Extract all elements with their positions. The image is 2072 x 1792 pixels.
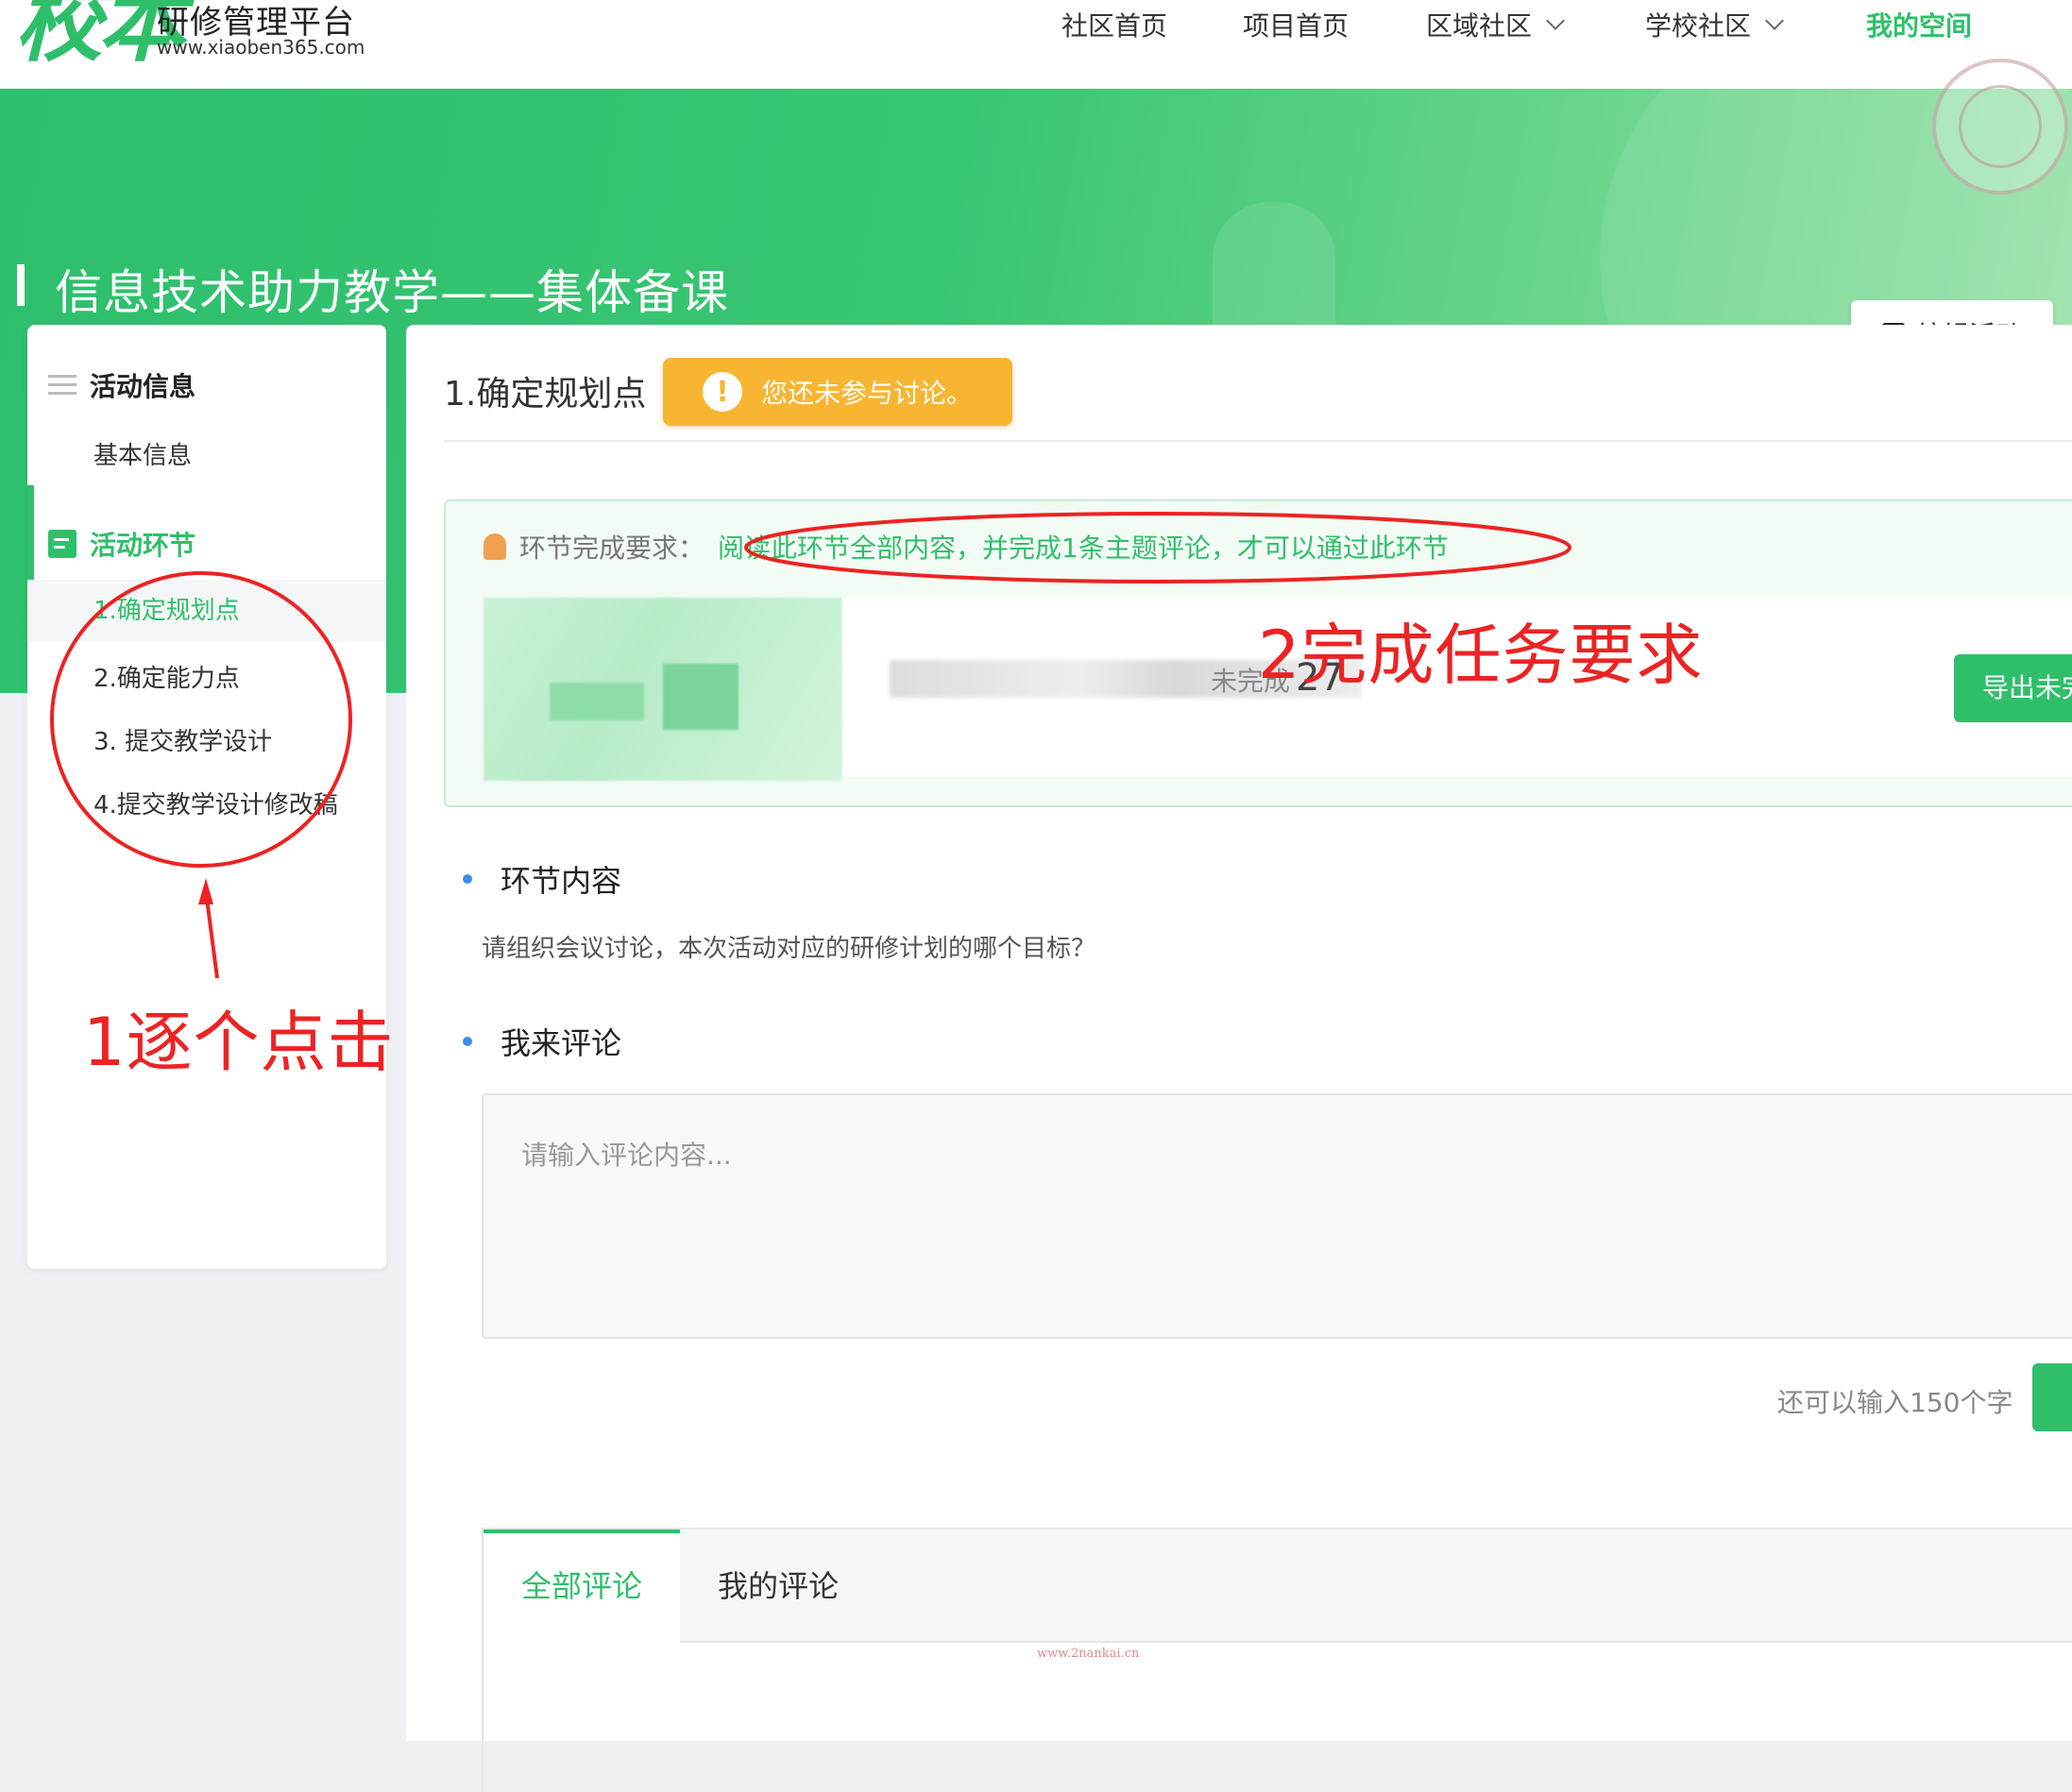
activity-info-heading: 活动信息: [48, 366, 195, 404]
nav-community-home[interactable]: 社区首页: [1061, 6, 1167, 43]
chevron-down-icon: [1765, 11, 1784, 30]
sidebar-step-4[interactable]: 4.提交教学设计修改稿: [93, 786, 338, 820]
remaining-chars: 还可以输入150个字: [1777, 1387, 2013, 1418]
step-title: 1.确定规划点: [444, 375, 647, 414]
school-seal-watermark: [1932, 59, 2068, 194]
top-navbar: 校本 研修管理平台 www.xiaoben365.com 社区首页 项目首页 区…: [0, 0, 2072, 89]
annotation-task-hint: 2完成任务要求: [1258, 617, 1704, 694]
activity-steps-heading: 活动环节: [48, 525, 195, 563]
section-heading-content: 环节内容: [463, 857, 621, 901]
participation-warning: ! 您还未参与讨论。: [663, 358, 1012, 426]
sidebar-step-3[interactable]: 3. 提交教学设计: [93, 722, 272, 757]
tab-all-comments[interactable]: 全部评论: [484, 1530, 680, 1645]
nav-project-home[interactable]: 项目首页: [1243, 6, 1349, 43]
step-detail-panel: 1.确定规划点 ! 您还未参与讨论。 环节完成要求： 阅读此环节全部内容，并完成…: [406, 325, 2072, 1792]
comment-tabs: 全部评论 我的评论: [482, 1528, 2072, 1792]
chevron-down-icon: [1546, 11, 1565, 30]
nav-my-space[interactable]: 我的空间: [1866, 6, 1972, 43]
document-icon: [48, 530, 76, 558]
export-incomplete-button[interactable]: 导出未完成名单: [1954, 654, 2072, 722]
tab-my-comments[interactable]: 我的评论: [680, 1530, 876, 1645]
nav-region-community[interactable]: 区域社区: [1426, 6, 1565, 43]
step-content-text: 请组织会议讨论，本次活动对应的研修计划的哪个目标？: [482, 935, 1096, 963]
sidebar-step-1[interactable]: 1.确定规划点: [27, 580, 386, 642]
list-icon: [48, 373, 76, 397]
bullet-icon: [463, 874, 472, 884]
site-watermark: www.2nankai.cn: [1037, 1647, 1140, 1661]
active-section-indicator: [27, 485, 34, 580]
brand-url: www.xiaoben365.com: [157, 36, 365, 59]
submit-comment-button[interactable]: [2032, 1363, 2072, 1431]
requirement-text: 阅读此环节全部内容，并完成1条主题评论，才可以通过此环节: [718, 533, 1449, 564]
exclamation-icon: !: [703, 372, 742, 412]
bullet-icon: [463, 1037, 472, 1046]
sidebar-step-2[interactable]: 2.确定能力点: [93, 659, 240, 694]
title-accent-bar: [17, 264, 25, 306]
blurred-avatar-image: [484, 598, 842, 781]
annotation-click-hint: 1逐个点击: [83, 1004, 395, 1081]
sidebar-item-basic-info[interactable]: 基本信息: [93, 436, 192, 471]
bell-icon: [484, 533, 506, 560]
requirement-line: 环节完成要求： 阅读此环节全部内容，并完成1条主题评论，才可以通过此环节: [484, 528, 1449, 566]
nav-school-community[interactable]: 学校社区: [1645, 6, 1784, 43]
divider: [444, 440, 2072, 442]
section-heading-comment: 我来评论: [463, 1020, 621, 1063]
activity-sidebar: 活动信息 基本信息 活动环节 1.确定规划点 2.确定能力点 3. 提交教学设计…: [27, 325, 386, 1269]
comment-input[interactable]: 请输入评论内容...: [482, 1093, 2072, 1339]
page-title: 信息技术助力教学——集体备课: [55, 265, 729, 320]
